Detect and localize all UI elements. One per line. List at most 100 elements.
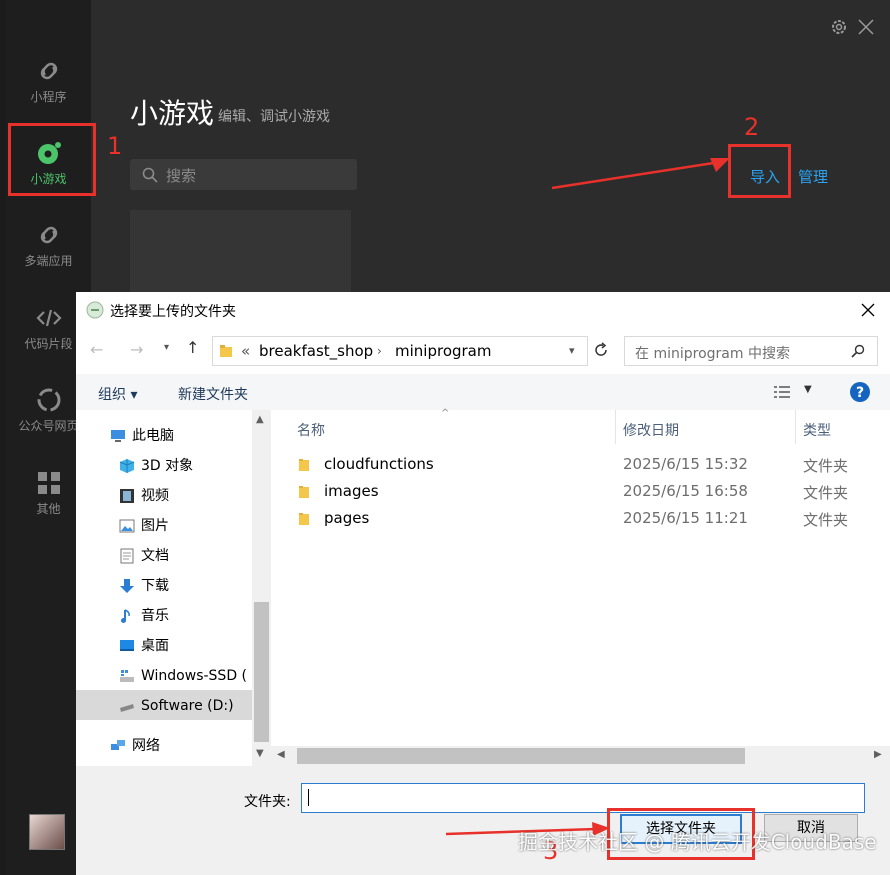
code-icon	[35, 309, 62, 327]
file-row-pages[interactable]: pages 2025/6/15 11:21 文件夹	[271, 506, 890, 532]
recent-dropdown-icon[interactable]: ▾	[164, 342, 169, 353]
folder-search-placeholder: 在 miniprogram 中搜索	[635, 346, 790, 362]
chevron-down-icon[interactable]: ▾	[569, 344, 575, 357]
address-bar[interactable]: « breakfast_shop › miniprogram ▾	[212, 336, 588, 366]
nav-item-documents[interactable]: 文档	[120, 544, 169, 568]
breadcrumb-breakfast-shop[interactable]: breakfast_shop	[259, 342, 373, 360]
dialog-toolbar: 组织 ▾ 新建文件夹 ▼ ?	[76, 374, 890, 411]
new-folder-button[interactable]: 新建文件夹	[178, 384, 248, 404]
gear-icon[interactable]	[830, 18, 848, 36]
picture-icon	[119, 519, 135, 533]
dialog-title: 选择要上传的文件夹	[110, 304, 236, 320]
breadcrumb-miniprogram[interactable]: miniprogram	[395, 342, 491, 360]
sort-indicator-icon: ^	[441, 408, 450, 419]
drive-icon	[120, 670, 134, 682]
nav-label: 文档	[141, 548, 169, 564]
text-caret	[308, 789, 309, 806]
column-header-name[interactable]: 名称	[297, 420, 325, 440]
sidebar-item-label: 其他	[36, 502, 61, 516]
folder-icon	[220, 345, 232, 357]
link-icon	[40, 62, 57, 80]
folder-search-input[interactable]: 在 miniprogram 中搜索	[624, 336, 878, 366]
forward-arrow-icon[interactable]: →	[130, 340, 143, 359]
annotation-box-1	[8, 123, 96, 196]
folder-picker-dialog: 选择要上传的文件夹 ← → ▾ ↑ « breakfast_shop › min…	[76, 292, 890, 875]
view-options-icon[interactable]	[773, 385, 791, 399]
scroll-right-icon[interactable]: ▶	[874, 749, 882, 760]
sidebar-item-label: 多端应用	[24, 254, 73, 268]
nav-label: 图片	[141, 518, 169, 534]
nav-item-pictures[interactable]: 图片	[119, 514, 169, 538]
back-arrow-icon[interactable]: ←	[90, 340, 103, 359]
sidebar-item-miniprogram[interactable]: 小程序	[6, 58, 91, 105]
view-dropdown-icon[interactable]: ▼	[804, 384, 812, 395]
nav-item-network[interactable]: 网络	[111, 734, 160, 758]
nav-item-videos[interactable]: 视频	[120, 484, 169, 508]
annotation-number-2: 2	[744, 113, 760, 141]
network-icon	[111, 740, 125, 750]
nav-item-software-d[interactable]: Software (D:)	[120, 694, 234, 718]
search-input[interactable]: 搜索	[130, 159, 357, 190]
up-arrow-icon[interactable]: ↑	[186, 338, 199, 357]
file-row-cloudfunctions[interactable]: cloudfunctions 2025/6/15 15:32 文件夹	[271, 452, 890, 478]
close-icon[interactable]	[857, 18, 875, 36]
watermark: 掘金技术社区 @ 腾讯云开发CloudBase	[518, 830, 877, 854]
nav-label: 下载	[141, 578, 169, 594]
scroll-left-icon[interactable]: ◀	[277, 749, 285, 760]
project-card[interactable]	[130, 210, 351, 292]
file-type: 文件夹	[803, 457, 849, 475]
column-divider	[615, 410, 616, 444]
organize-menu[interactable]: 组织 ▾	[98, 384, 137, 404]
close-icon[interactable]	[861, 303, 875, 317]
nav-item-this-pc[interactable]: 此电脑	[111, 424, 174, 448]
nav-label: 网络	[132, 738, 160, 754]
file-list-hscrollbar[interactable]: ◀ ▶	[271, 746, 890, 766]
page-title: 小游戏	[130, 97, 215, 130]
file-type: 文件夹	[803, 511, 849, 529]
help-icon[interactable]: ?	[849, 381, 871, 403]
navigation-pane: 此电脑 3D 对象 视频 图片 文档 下载 音乐 桌面 Windows-SSD …	[76, 410, 271, 766]
folder-field-label: 文件夹:	[244, 794, 291, 810]
breadcrumb-separator-icon[interactable]: ›	[377, 344, 382, 358]
sidebar-item-multiplatform[interactable]: 多端应用	[6, 222, 91, 269]
avatar[interactable]	[29, 814, 65, 850]
file-row-images[interactable]: images 2025/6/15 16:58 文件夹	[271, 479, 890, 505]
scroll-up-icon[interactable]: ▲	[256, 414, 264, 425]
nav-item-3d-objects[interactable]: 3D 对象	[119, 454, 194, 478]
nav-label: 视频	[141, 488, 169, 504]
link-icon	[40, 226, 57, 244]
file-modified: 2025/6/15 16:58	[623, 482, 748, 500]
nav-label: 3D 对象	[141, 458, 194, 474]
document-icon	[120, 548, 134, 564]
file-modified: 2025/6/15 11:21	[623, 509, 748, 527]
sidebar-item-label: 小程序	[30, 90, 67, 104]
folder-icon	[299, 459, 309, 471]
nav-item-music[interactable]: 音乐	[121, 604, 169, 628]
search-icon	[142, 167, 158, 183]
refresh-icon[interactable]	[592, 341, 610, 359]
nav-scrollbar[interactable]: ▲ ▼	[252, 410, 271, 766]
page-subtitle: 编辑、调试小游戏	[218, 109, 330, 125]
scroll-thumb[interactable]	[254, 602, 269, 742]
column-divider	[795, 410, 796, 444]
nav-item-desktop[interactable]: 桌面	[120, 634, 169, 658]
nav-label: Windows-SSD (	[141, 668, 248, 684]
dialog-title-bar: 选择要上传的文件夹	[76, 292, 890, 328]
import-button[interactable]: 导入	[750, 166, 780, 187]
column-header-type[interactable]: 类型	[803, 420, 831, 440]
column-header-modified[interactable]: 修改日期	[623, 420, 679, 440]
nav-item-windows-ssd[interactable]: Windows-SSD (	[120, 664, 248, 688]
file-list: ^ 名称 修改日期 类型 cloudfunctions 2025/6/15 15…	[271, 408, 890, 766]
scroll-down-icon[interactable]: ▼	[256, 748, 264, 759]
folder-name-input[interactable]	[301, 783, 865, 813]
folder-icon	[299, 513, 309, 525]
scroll-thumb[interactable]	[297, 748, 745, 764]
nav-label: 此电脑	[132, 428, 174, 444]
grid-icon	[37, 472, 60, 494]
music-icon	[121, 609, 130, 623]
manage-button[interactable]: 管理	[798, 166, 828, 187]
nav-item-downloads[interactable]: 下载	[120, 574, 169, 598]
wechat-devtools-icon	[86, 301, 104, 319]
breadcrumb-overflow[interactable]: «	[241, 342, 250, 360]
webpage-icon	[37, 388, 60, 412]
